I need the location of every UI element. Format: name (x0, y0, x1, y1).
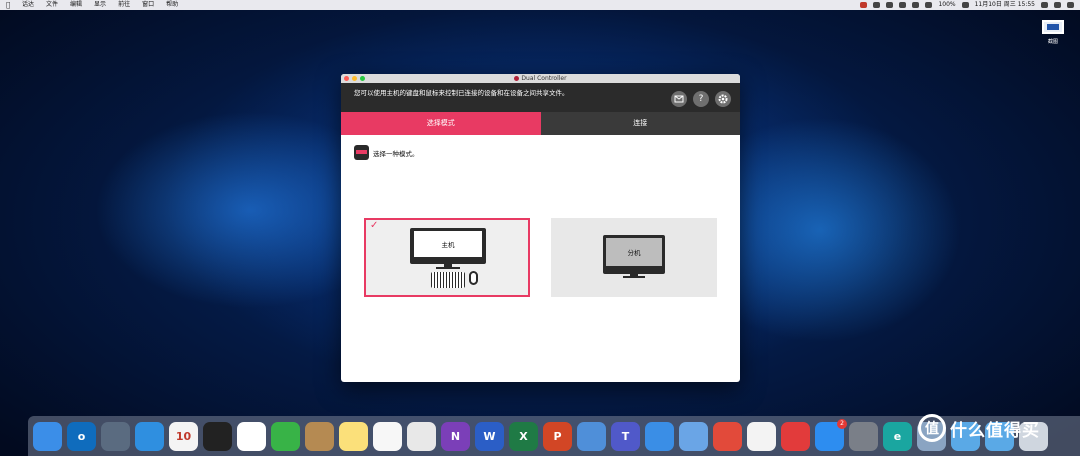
preview-icon[interactable] (679, 421, 708, 451)
desktop-icon-label: 截图 (1047, 39, 1058, 45)
menu-edit[interactable]: 编辑 (70, 0, 82, 10)
display-icon[interactable] (899, 2, 907, 8)
powerpoint-icon[interactable]: P (543, 421, 572, 451)
calendar-icon[interactable]: 10 (169, 421, 198, 451)
record-icon[interactable] (860, 2, 868, 8)
battery-percentage[interactable]: 100% (938, 0, 955, 10)
outlook-icon[interactable]: o (67, 421, 96, 451)
mode-prompt-text: 选择一种模式。 (373, 149, 419, 158)
title-bar: Dual Controller (341, 74, 740, 83)
app-store-icon[interactable]: 2 (815, 418, 847, 451)
reminders-icon[interactable] (373, 421, 402, 451)
status-area: 100% 11月10日 周三 15:55 (860, 0, 1074, 10)
teams-icon[interactable]: T (611, 421, 640, 451)
notes-icon[interactable] (339, 421, 368, 451)
dock-icon-glyph: N (450, 429, 461, 443)
menu-bar:  话达 文件 编辑 显示 前往 窗口 帮助 100% 11月10日 周三 15… (0, 0, 1080, 10)
close-button[interactable] (344, 76, 349, 81)
quicktime-icon[interactable] (577, 421, 606, 451)
excel-icon[interactable]: X (509, 421, 538, 451)
desktop-screenshot-file[interactable]: 截图 (1038, 20, 1068, 45)
window-title: Dual Controller (521, 75, 567, 82)
menu-help[interactable]: 帮助 (166, 0, 178, 10)
zoom-button[interactable] (360, 76, 365, 81)
onenote-icon[interactable]: N (441, 421, 470, 451)
dock-icon-glyph: X (519, 429, 528, 443)
xmind-icon[interactable] (713, 421, 742, 451)
apple-icon[interactable]:  (6, 0, 14, 10)
menu-file[interactable]: 文件 (46, 0, 58, 10)
mode-prompt: 选择一种模式。 (354, 145, 419, 160)
word-icon[interactable]: W (475, 421, 504, 451)
keynote-icon[interactable] (645, 421, 674, 451)
watermark: 值 什么值得买 (918, 410, 1080, 446)
dock-icon-glyph: W (483, 429, 496, 443)
volume-icon[interactable] (925, 2, 933, 8)
device-icon (354, 145, 369, 160)
eudic-icon[interactable]: e (883, 421, 912, 451)
dock-icon-glyph: e (893, 429, 902, 443)
master-mode-label: 主机 (414, 231, 482, 257)
netease-music-icon[interactable] (781, 421, 810, 451)
notification-center-icon[interactable] (1067, 2, 1074, 8)
screenshot-thumbnail-icon (1042, 20, 1064, 34)
battery-icon[interactable] (961, 2, 969, 8)
clock[interactable]: 11月10日 周三 15:55 (975, 0, 1035, 10)
tab-bar: 选择模式 连接 (341, 112, 740, 135)
keyboard-icon (431, 272, 465, 288)
search-icon[interactable] (1041, 2, 1048, 8)
window-controls (344, 76, 365, 81)
settings-icon[interactable] (715, 91, 731, 107)
slave-mode-option[interactable]: 分机 (551, 218, 717, 297)
wifi-icon[interactable] (912, 2, 920, 8)
help-icon[interactable]: ? (693, 91, 709, 107)
tab-select-mode[interactable]: 选择模式 (341, 112, 541, 135)
notification-badge: 2 (837, 418, 847, 429)
wechat-icon[interactable] (271, 421, 300, 451)
user-icon[interactable] (1054, 2, 1061, 8)
baidu-netdisk-icon[interactable] (237, 421, 266, 451)
menu-view[interactable]: 显示 (94, 0, 106, 10)
launchpad-icon[interactable] (101, 421, 130, 451)
header-buttons: ? (671, 91, 731, 107)
photos-icon[interactable] (747, 421, 776, 451)
status-app-icon[interactable] (886, 2, 894, 8)
slave-mode-label: 分机 (606, 238, 662, 266)
monitor-icon: 分机 (603, 235, 665, 278)
status-app-icon[interactable] (873, 2, 881, 8)
checkmark-icon: ✓ (370, 220, 379, 231)
app-description: 您可以使用主机的键盘和鼠标来控制已连接的设备和在设备之间共享文件。 (354, 89, 569, 97)
app-logo-icon (514, 76, 520, 81)
master-mode-option[interactable]: ✓ 主机 (364, 218, 530, 297)
minimize-button[interactable] (352, 76, 357, 81)
dock-icon-glyph: T (621, 429, 630, 443)
app-header: 您可以使用主机的键盘和鼠标来控制已连接的设备和在设备之间共享文件。 ? (341, 83, 740, 112)
chrome-icon[interactable] (407, 421, 436, 451)
tab-connect[interactable]: 连接 (540, 112, 740, 135)
monitor-icon: 主机 (410, 228, 486, 269)
support-icon[interactable] (671, 91, 687, 107)
contacts-icon[interactable] (305, 421, 334, 451)
system-preferences-icon[interactable] (849, 421, 878, 451)
watermark-logo: 值 (918, 414, 946, 442)
dock-icon-glyph: o (77, 429, 86, 443)
finder-icon[interactable] (33, 421, 62, 451)
mouse-icon (469, 271, 478, 285)
menu-go[interactable]: 前往 (118, 0, 130, 10)
dock-icon-glyph: P (553, 429, 562, 443)
menu-app[interactable]: 话达 (22, 0, 34, 10)
safari-icon[interactable] (135, 421, 164, 451)
watermark-text: 什么值得买 (950, 420, 1040, 441)
qq-icon[interactable] (203, 421, 232, 451)
dual-controller-window: Dual Controller 您可以使用主机的键盘和鼠标来控制已连接的设备和在… (341, 74, 740, 382)
menu-window[interactable]: 窗口 (142, 0, 154, 10)
dock-icon-glyph: 10 (175, 429, 192, 443)
